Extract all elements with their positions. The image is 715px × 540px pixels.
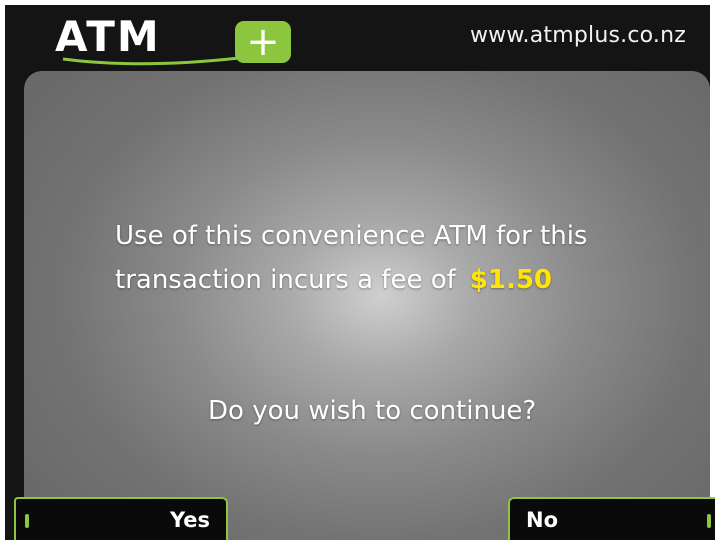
softkey-indicator-icon [25, 514, 29, 528]
fee-message-line-1: Use of this convenience ATM for this [115, 221, 588, 251]
continue-question: Do you wish to continue? [208, 396, 537, 426]
fee-message-line-2: transaction incurs a fee of $1.50 [115, 258, 587, 302]
header-bar: ATM + www.atmplus.co.nz [5, 5, 710, 71]
no-button-label: No [526, 508, 559, 532]
softkey-indicator-icon [707, 514, 711, 528]
logo-wordmark: ATM [55, 12, 161, 61]
website-url: www.atmplus.co.nz [469, 23, 686, 48]
logo-plus-sign: + [246, 19, 280, 65]
yes-button[interactable]: Yes [14, 497, 228, 540]
atmplus-logo: ATM + [55, 12, 291, 66]
fee-message-text: transaction incurs a fee of [115, 265, 456, 295]
yes-button-label: Yes [169, 508, 210, 532]
message-panel [24, 71, 710, 540]
fee-message: Use of this convenience ATM for this tra… [115, 214, 587, 302]
no-button[interactable]: No [508, 497, 715, 540]
fee-amount: $1.50 [469, 265, 553, 295]
atm-screen: ATM + www.atmplus.co.nz Use of this conv… [0, 0, 715, 540]
